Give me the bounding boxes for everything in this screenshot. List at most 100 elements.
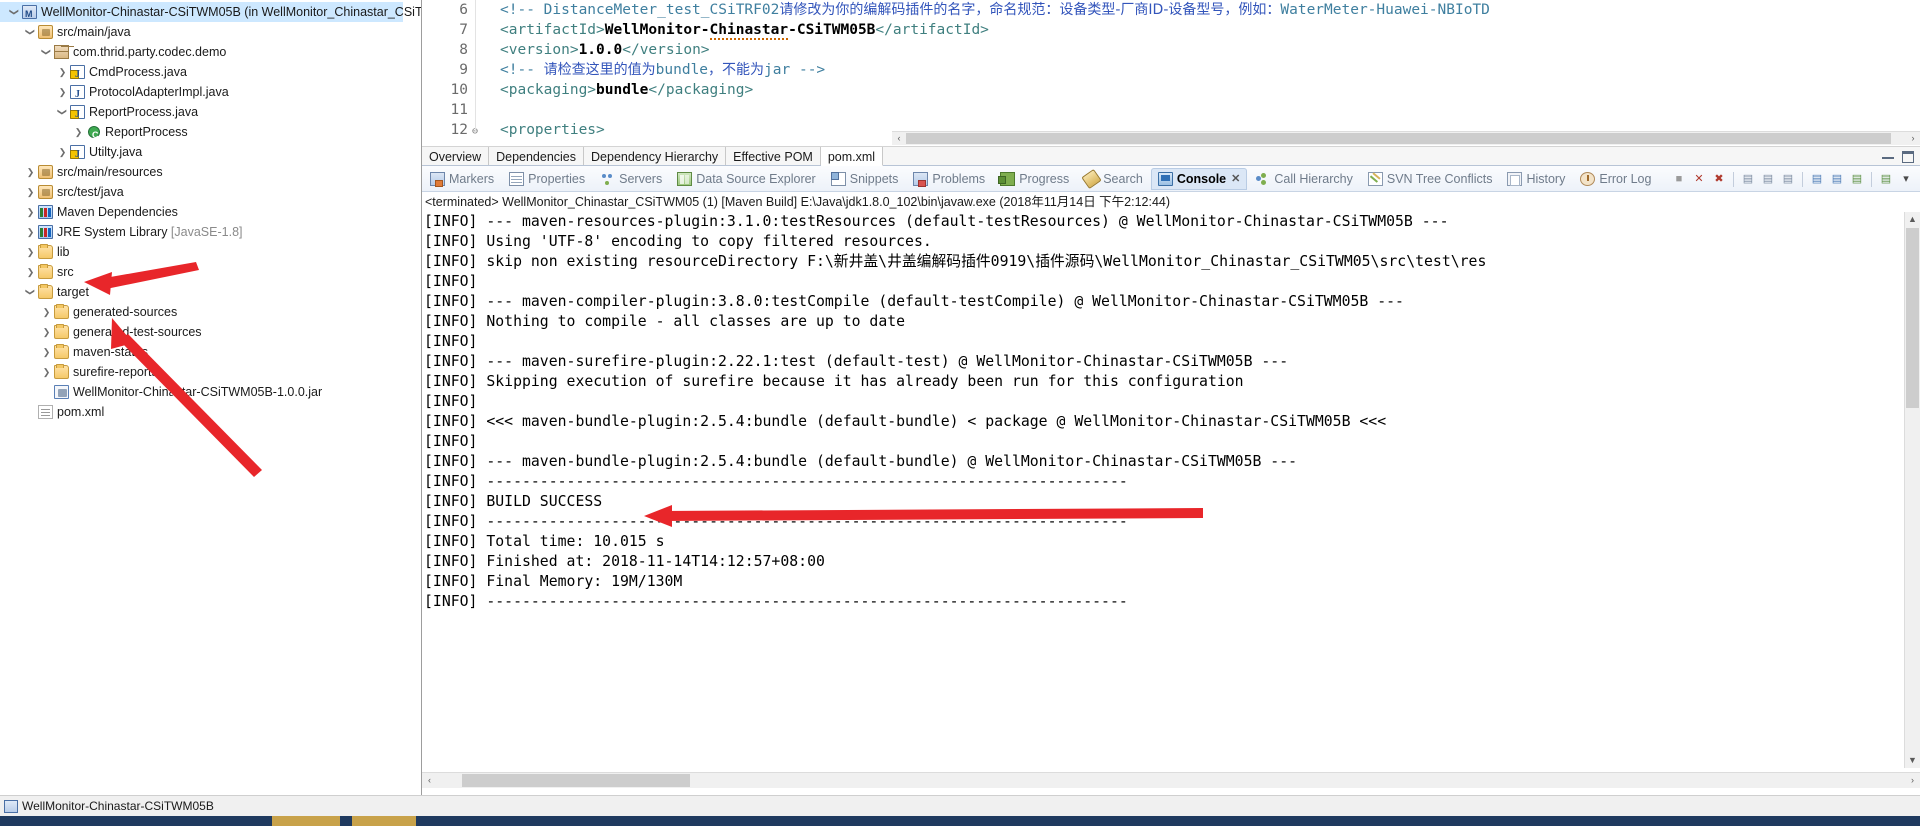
tree-item-reportprocess-java[interactable]: ❯ReportProcess.java bbox=[0, 102, 421, 125]
tree-item-src-test-java[interactable]: ❯ src/test/java bbox=[0, 182, 421, 202]
view-tab-progress[interactable]: Progress bbox=[993, 168, 1076, 190]
code-line[interactable]: 11 bbox=[422, 100, 1920, 120]
view-menu-button[interactable]: ▾ bbox=[1897, 170, 1915, 188]
editor-hscroll-thumb[interactable] bbox=[906, 133, 1891, 144]
console-scroll-left-arrow[interactable]: ‹ bbox=[422, 773, 437, 788]
chevron-right-icon[interactable]: ❯ bbox=[56, 142, 69, 162]
taskbar-item[interactable] bbox=[272, 816, 340, 826]
chevron-right-icon[interactable]: ❯ bbox=[24, 242, 37, 262]
pom-tab-effective-pom[interactable]: Effective POM bbox=[726, 147, 821, 165]
tree-item-wellmonitor-chinastar-csitwm05b-in-wellm[interactable]: ❯WellMonitor-Chinastar-CSiTWM05B (in Wel… bbox=[0, 2, 421, 24]
view-tab-snippets[interactable]: Snippets bbox=[824, 168, 906, 190]
panel-window-buttons[interactable] bbox=[1882, 151, 1914, 163]
pom-tab-pom-xml[interactable]: pom.xml bbox=[820, 147, 884, 166]
chevron-right-icon[interactable]: ❯ bbox=[40, 302, 53, 322]
tree-item-jre-system-library[interactable]: ❯ JRE System Library [JavaSE-1.8] bbox=[0, 222, 421, 242]
new-console-view-button[interactable]: ▤ bbox=[1877, 170, 1895, 188]
view-tab-error-log[interactable]: Error Log bbox=[1573, 168, 1658, 190]
tree-item-reportprocess[interactable]: ❯ ReportProcess bbox=[0, 122, 421, 145]
tree-item-wellmonitor-chinastar-csitwm05b-1-0-0-ja[interactable]: WellMonitor-Chinastar-CSiTWM05B-1.0.0.ja… bbox=[0, 382, 421, 402]
close-icon[interactable]: ✕ bbox=[1231, 172, 1240, 185]
code-line[interactable]: 10 <packaging>bundle</packaging> bbox=[422, 80, 1920, 100]
editor-scroll-left-arrow[interactable]: ‹ bbox=[892, 132, 906, 145]
console-vertical-scrollbar[interactable]: ▲ ▼ bbox=[1904, 212, 1920, 768]
console-scroll-right-arrow[interactable]: › bbox=[1905, 773, 1920, 788]
chevron-right-icon[interactable]: ❯ bbox=[24, 162, 37, 182]
display-selected-console-button[interactable]: ▤ bbox=[1828, 170, 1846, 188]
view-tab-bar[interactable]: Markers Properties Servers Data Source Expl… bbox=[422, 166, 1920, 192]
tree-item-surefire-reports[interactable]: ❯ surefire-reports bbox=[0, 362, 421, 382]
pom-tab-dependency-hierarchy[interactable]: Dependency Hierarchy bbox=[584, 147, 727, 165]
chevron-right-icon[interactable]: ❯ bbox=[24, 202, 37, 222]
view-tab-history[interactable]: History bbox=[1500, 168, 1572, 190]
maximize-panel-button[interactable] bbox=[1902, 151, 1914, 163]
tree-item-pom-xml[interactable]: pom.xml bbox=[0, 402, 421, 422]
os-taskbar[interactable] bbox=[0, 816, 1920, 826]
tree-item-com-thrid-party-codec-demo[interactable]: ❯ com.thrid.party.codec.demo bbox=[0, 42, 421, 62]
view-tab-call-hierarchy[interactable]: Call Hierarchy bbox=[1248, 168, 1360, 190]
chevron-right-icon[interactable]: ❯ bbox=[40, 362, 53, 382]
chevron-right-icon[interactable]: ❯ bbox=[56, 82, 69, 102]
chevron-right-icon[interactable]: ❯ bbox=[56, 62, 69, 82]
view-tab-properties[interactable]: Properties bbox=[502, 168, 592, 190]
open-console-button[interactable]: ▤ bbox=[1848, 170, 1866, 188]
console-output-text[interactable]: [INFO] --- maven-resources-plugin:3.1.0:… bbox=[422, 212, 1904, 768]
view-tab-data-source-explorer[interactable]: Data Source Explorer bbox=[670, 168, 823, 190]
code-line[interactable]: 8 <version>1.0.0</version> bbox=[422, 40, 1920, 60]
pom-tab-dependencies[interactable]: Dependencies bbox=[489, 147, 585, 165]
console-scroll-down-arrow[interactable]: ▼ bbox=[1905, 753, 1920, 768]
tree-item-src-main-java[interactable]: ❯ src/main/java bbox=[0, 22, 421, 42]
remove-all-terminated-button[interactable]: ✖ bbox=[1710, 170, 1728, 188]
console-hscroll-thumb[interactable] bbox=[462, 774, 690, 787]
pom-editor-tab-bar[interactable]: Overview Dependencies Dependency Hierarchy… bbox=[422, 146, 1920, 166]
view-tab-servers[interactable]: Servers bbox=[593, 168, 669, 190]
tree-item-maven-status[interactable]: ❯ maven-status bbox=[0, 342, 421, 362]
taskbar-item[interactable] bbox=[352, 816, 416, 826]
view-tab-search[interactable]: Search bbox=[1077, 168, 1150, 190]
tree-item-lib[interactable]: ❯ lib bbox=[0, 242, 421, 262]
tree-item-generated-test-sources[interactable]: ❯ generated-test-sources bbox=[0, 322, 421, 342]
chevron-right-icon[interactable]: ❯ bbox=[24, 222, 37, 242]
editor-scroll-right-arrow[interactable]: › bbox=[1906, 132, 1920, 145]
tree-item-maven-dependencies[interactable]: ❯ Maven Dependencies bbox=[0, 202, 421, 222]
view-tab-console[interactable]: Console ✕ bbox=[1150, 167, 1248, 190]
view-tab-svn-tree-conflicts[interactable]: SVN Tree Conflicts bbox=[1361, 168, 1500, 190]
project-tree[interactable]: ❯ WellMonitor-Chinastar-CSiTWM05B (in Wel… bbox=[0, 0, 421, 422]
line-number: 11 bbox=[450, 102, 468, 118]
console-horizontal-scrollbar[interactable]: ‹ › bbox=[422, 772, 1920, 788]
chevron-right-icon[interactable]: ❯ bbox=[40, 342, 53, 362]
view-tab-problems[interactable]: Problems bbox=[906, 168, 992, 190]
code-line[interactable]: 9 <!-- 请检查这里的值为bundle，不能为jar --> bbox=[422, 60, 1920, 80]
remove-launch-button[interactable]: ✕ bbox=[1690, 170, 1708, 188]
tree-item-generated-sources[interactable]: ❯ generated-sources bbox=[0, 302, 421, 322]
chevron-right-icon[interactable]: ❯ bbox=[72, 122, 85, 142]
console-toolbar[interactable]: ■ ✕ ✖ ▤ ▤ ▤ ▤ ▤ ▤ ▤ ▾ bbox=[1669, 167, 1916, 191]
tree-item-src-main-resources[interactable]: ❯ src/main/resources bbox=[0, 162, 421, 182]
minimize-panel-button[interactable] bbox=[1882, 151, 1894, 159]
pom-tab-overview[interactable]: Overview bbox=[422, 147, 490, 165]
chevron-right-icon[interactable]: ❯ bbox=[40, 322, 53, 342]
code-lines[interactable]: 6 <!-- DistanceMeter_test_CSiTRF02请修改为你的编… bbox=[422, 0, 1920, 140]
view-tab-markers[interactable]: Markers bbox=[423, 168, 501, 190]
terminate-button[interactable]: ■ bbox=[1670, 170, 1688, 188]
chevron-right-icon[interactable]: ❯ bbox=[24, 262, 37, 282]
code-line[interactable]: 6 <!-- DistanceMeter_test_CSiTRF02请修改为你的编… bbox=[422, 0, 1920, 20]
clear-console-button[interactable]: ▤ bbox=[1739, 170, 1757, 188]
tree-item-utilty-java[interactable]: ❯ Utilty.java bbox=[0, 142, 421, 165]
java-file-icon bbox=[69, 84, 87, 105]
editor-horizontal-scrollbar[interactable]: ‹ › bbox=[892, 131, 1920, 145]
pin-console-button[interactable]: ▤ bbox=[1808, 170, 1826, 188]
package-explorer-view[interactable]: ❯ WellMonitor-Chinastar-CSiTWM05B (in Wel… bbox=[0, 0, 422, 795]
chevron-right-icon[interactable]: ❯ bbox=[24, 182, 37, 202]
scroll-lock-button[interactable]: ▤ bbox=[1759, 170, 1777, 188]
tree-item-target[interactable]: ❯ target bbox=[0, 282, 421, 302]
console-scroll-up-arrow[interactable]: ▲ bbox=[1905, 212, 1920, 227]
code-line[interactable]: 7 <artifactId>WellMonitor-Chinastar-CSiTW… bbox=[422, 20, 1920, 40]
pom-xml-editor[interactable]: 6 <!-- DistanceMeter_test_CSiTRF02请修改为你的编… bbox=[422, 0, 1920, 146]
tree-item-protocoladapterimpl-java[interactable]: ❯ ProtocolAdapterImpl.java bbox=[0, 82, 421, 105]
tree-item-cmdprocess-java[interactable]: ❯ CmdProcess.java bbox=[0, 62, 421, 85]
console-panel[interactable]: Markers Properties Servers Data Source Expl… bbox=[422, 166, 1920, 795]
console-vscroll-thumb[interactable] bbox=[1906, 228, 1919, 408]
tree-item-src[interactable]: ❯ src bbox=[0, 262, 421, 282]
word-wrap-button[interactable]: ▤ bbox=[1779, 170, 1797, 188]
